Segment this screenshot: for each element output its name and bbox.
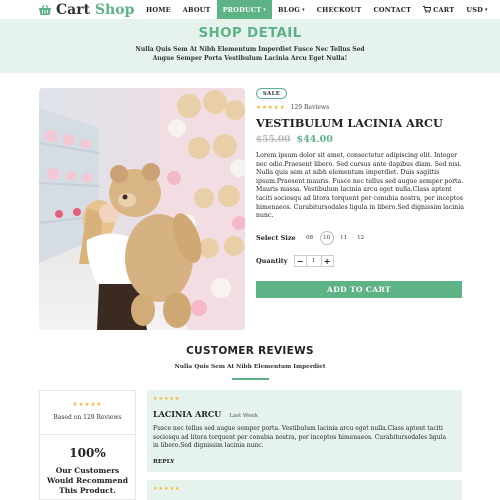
size-label: Select Size	[256, 234, 296, 242]
chevron-down-icon: ▾	[484, 6, 488, 13]
main-menu: HOME ABOUT PRODUCT ▾ BLOG ▾ CHECKOUT CONTA…	[140, 0, 500, 19]
add-to-cart-button[interactable]: ADD TO CART	[256, 281, 462, 298]
quantity-selector: Quantity − 1 +	[256, 255, 334, 267]
star-rating-icon: ★★★★★	[72, 402, 103, 408]
logo[interactable]: Cart Shop	[38, 2, 134, 18]
size-option[interactable]: 12	[354, 231, 368, 245]
size-option[interactable]: 11	[337, 231, 351, 245]
logo-text: Cart Shop	[56, 2, 135, 18]
quantity-stepper: − 1 +	[293, 255, 334, 267]
old-price: $55.00	[256, 135, 291, 145]
reviewer-name: LACINIA ARCU Last Week	[153, 409, 258, 419]
product-description: Lorem ipsum dolor sit amet, consectetur …	[256, 152, 464, 220]
quantity-label: Quantity	[256, 257, 288, 265]
reviews-title: CUSTOMER REVIEWS	[186, 345, 314, 357]
size-option[interactable]: 08	[303, 231, 317, 245]
basket-icon	[39, 4, 51, 15]
nav-cart[interactable]: CART	[417, 0, 460, 19]
review-date: Last Week	[229, 413, 258, 419]
chevron-down-icon: ▾	[302, 6, 305, 13]
review-text: Fusce nec tellus sed augue semper porta.…	[153, 425, 447, 450]
page-subtitle: Nulla Quis Sem At Nibh Elementum Imperdi…	[135, 46, 365, 62]
nav-about[interactable]: ABOUT	[177, 0, 217, 19]
rating-row: ★★★★★ 129 Reviews	[256, 104, 329, 111]
section-divider	[232, 378, 269, 380]
sale-price: $44.00	[296, 134, 333, 145]
star-rating-icon: ★★★★★	[256, 104, 286, 111]
decrease-button[interactable]: −	[295, 256, 306, 266]
size-option-selected[interactable]: 10	[319, 231, 334, 245]
nav-checkout[interactable]: CHECKOUT	[311, 0, 368, 19]
page-header: SHOP DETAIL Nulla Quis Sem At Nibh Eleme…	[0, 19, 500, 73]
star-rating-icon: ★★★★★	[153, 396, 181, 402]
nav-home[interactable]: HOME	[140, 0, 177, 19]
star-rating-icon: ★★★★★	[153, 486, 181, 492]
review-item: ★★★★★ LACINIA ARCU Last Week Fusce nec t…	[147, 390, 462, 472]
search-button[interactable]	[494, 0, 500, 19]
recommend-percent: 100%	[69, 446, 106, 460]
nav-product[interactable]: PRODUCT ▾	[216, 0, 272, 19]
page-title: SHOP DETAIL	[198, 25, 302, 41]
increase-button[interactable]: +	[322, 256, 333, 266]
review-count[interactable]: 129 Reviews	[291, 104, 330, 111]
product-photo	[39, 88, 245, 330]
summary-based-on: Based on 129 Reviews	[53, 414, 122, 421]
chevron-down-icon: ▾	[263, 6, 266, 13]
nav-contact[interactable]: CONTACT	[367, 0, 417, 19]
recommend-text: Our Customers Would Recommend This Produ…	[47, 466, 128, 495]
review-summary-card: ★★★★★ Based on 129 Reviews 100% Our Cust…	[39, 390, 136, 500]
reviews-subtitle: Nulla Quis Sem At Nibh Elementum Imperdi…	[174, 364, 326, 370]
quantity-input[interactable]: 1	[305, 256, 322, 266]
reply-link[interactable]: REPLY	[153, 459, 174, 465]
size-selector: Select Size 08 10 11 12	[256, 231, 371, 245]
top-nav: Cart Shop HOME ABOUT PRODUCT ▾ BLOG ▾ CHEC…	[0, 0, 500, 20]
nav-blog[interactable]: BLOG ▾	[272, 0, 311, 19]
cart-icon	[423, 6, 432, 13]
nav-currency[interactable]: USD ▾	[460, 0, 493, 19]
sale-badge: SALE	[256, 88, 287, 99]
summary-rating: ★★★★★ Based on 129 Reviews	[40, 391, 135, 435]
product-image[interactable]	[39, 88, 245, 330]
price-row: $55.00 $44.00	[256, 134, 333, 145]
review-item: ★★★★★	[147, 480, 462, 500]
product-title: VESTIBULUM LACINIA ARCU	[256, 116, 443, 130]
